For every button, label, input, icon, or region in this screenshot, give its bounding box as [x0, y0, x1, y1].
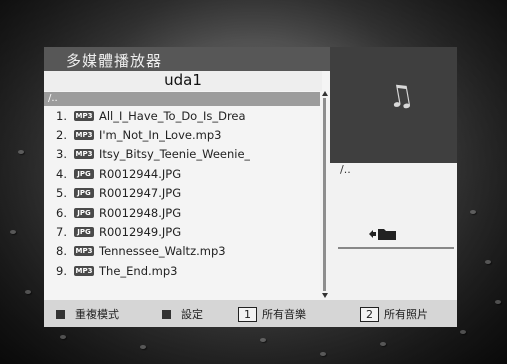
scroll-track[interactable] — [323, 98, 326, 291]
file-type-badge: MP3 — [74, 149, 94, 160]
file-type-badge: JPG — [74, 207, 94, 218]
key-1: 1 — [238, 306, 257, 322]
scroll-up-arrow-icon[interactable] — [322, 91, 328, 96]
scroll-down-arrow-icon[interactable] — [322, 293, 328, 298]
repeat-mode-label: 重複模式 — [75, 308, 119, 321]
info-path: /.. — [340, 163, 351, 176]
file-type-badge: MP3 — [74, 246, 94, 257]
file-name: R0012949.JPG — [99, 225, 182, 240]
folder-up-icon — [369, 229, 396, 240]
file-type-badge: JPG — [74, 168, 94, 179]
file-row[interactable]: 8. MP3 Tennessee_Waltz.mp3 — [44, 242, 320, 261]
file-number: 7. — [56, 225, 67, 240]
folder-name: uda1 — [44, 71, 322, 91]
file-number: 3. — [56, 147, 67, 162]
control-bar: 重複模式 設定 1 所有音樂 2 所有照片 — [44, 300, 457, 327]
file-name: All_I_Have_To_Do_Is_Drea — [99, 108, 246, 123]
green-key-icon — [162, 309, 171, 319]
key-2: 2 — [360, 306, 379, 322]
all-photos-button[interactable]: 2 所有照片 — [360, 306, 428, 322]
file-number: 4. — [56, 166, 67, 181]
red-key-icon — [56, 309, 65, 319]
file-number: 6. — [56, 205, 67, 220]
file-row[interactable]: 2. MP3 I'm_Not_In_Love.mp3 — [44, 125, 320, 144]
file-row[interactable]: 7. JPG R0012949.JPG — [44, 222, 320, 241]
file-name: Tennessee_Waltz.mp3 — [99, 244, 226, 259]
file-name: I'm_Not_In_Love.mp3 — [99, 128, 222, 143]
all-music-label: 所有音樂 — [262, 308, 306, 321]
file-list: 1. MP3 All_I_Have_To_Do_Is_Drea 2. MP3 I'm_No… — [44, 106, 320, 281]
file-row[interactable]: 9. MP3 The_End.mp3 — [44, 261, 320, 280]
progress-line — [338, 247, 454, 249]
file-number: 1. — [56, 108, 67, 123]
repeat-mode-button[interactable]: 重複模式 — [56, 306, 119, 322]
file-row[interactable]: 6. JPG R0012948.JPG — [44, 203, 320, 222]
file-row[interactable]: 3. MP3 Itsy_Bitsy_Teenie_Weenie_ — [44, 145, 320, 164]
file-number: 5. — [56, 186, 67, 201]
file-row[interactable]: 5. JPG R0012947.JPG — [44, 184, 320, 203]
app-title: 多媒體播放器 — [44, 47, 330, 71]
scrollbar[interactable] — [322, 91, 328, 299]
settings-label: 設定 — [181, 308, 203, 321]
file-name: R0012944.JPG — [99, 166, 182, 181]
file-type-badge: MP3 — [74, 110, 94, 121]
file-name: R0012948.JPG — [99, 205, 182, 220]
file-number: 2. — [56, 128, 67, 143]
file-number: 8. — [56, 244, 67, 259]
file-type-badge: MP3 — [74, 130, 94, 141]
file-number: 9. — [56, 263, 67, 278]
parent-dir-row[interactable]: /.. — [44, 92, 320, 106]
preview-panel: ♫ — [330, 47, 457, 163]
file-row[interactable]: 4. JPG R0012944.JPG — [44, 164, 320, 183]
music-note-icon: ♫ — [384, 76, 417, 117]
settings-button[interactable]: 設定 — [162, 306, 203, 322]
file-type-badge: JPG — [74, 227, 94, 238]
all-music-button[interactable]: 1 所有音樂 — [238, 306, 306, 322]
file-type-badge: MP3 — [74, 265, 94, 276]
all-photos-label: 所有照片 — [384, 308, 428, 321]
file-row[interactable]: 1. MP3 All_I_Have_To_Do_Is_Drea — [44, 106, 320, 125]
file-name: R0012947.JPG — [99, 186, 182, 201]
file-type-badge: JPG — [74, 188, 94, 199]
info-panel: /.. — [330, 163, 457, 300]
file-name: The_End.mp3 — [99, 263, 178, 278]
file-name: Itsy_Bitsy_Teenie_Weenie_ — [99, 147, 251, 162]
file-browser: uda1 /.. 1. MP3 All_I_Have_To_Do_Is_Drea 2.… — [44, 71, 330, 300]
